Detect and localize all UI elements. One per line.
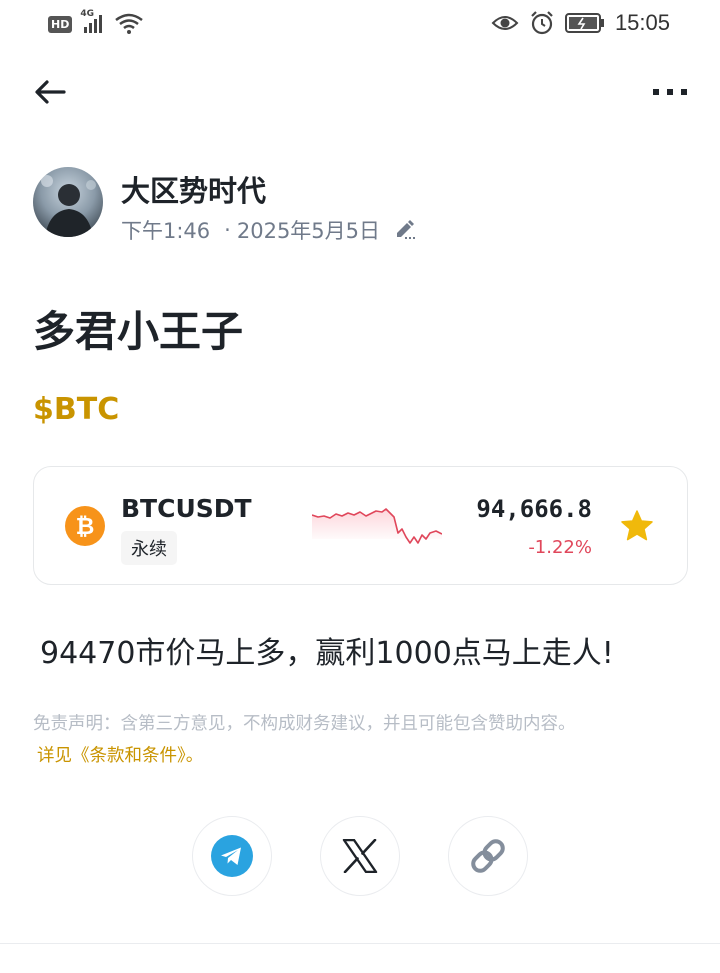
bitcoin-icon: ₿ [65,506,105,546]
status-right: 15:05 [491,10,670,36]
ticker-change: -1.22% [528,537,592,558]
price-sparkline [312,508,442,544]
status-bar: HD 4G 15:05 [0,0,720,50]
arrow-left-icon [35,80,66,104]
post-body: 94470市价马上多，赢利1000点马上走人! [40,636,614,671]
disclaimer: 免责声明：含第三方意见，不构成财务建议，并且可能包含赞助内容。 详见《条款和条件… [33,708,693,772]
ticker-card[interactable]: ₿ BTCUSDT 永续 94,666.8 -1.22% [33,466,688,585]
ticker-price: 94,666.8 [476,495,592,523]
share-telegram-button[interactable] [192,816,272,896]
share-row [192,816,532,896]
clock-time: 15:05 [614,10,670,35]
link-icon [471,839,505,873]
contract-type-badge: 永续 [121,531,177,565]
post-meta: 下午1:46 · 2025年5月5日 [121,215,418,245]
status-left: HD 4G [48,9,144,36]
signal-icon: 4G [80,9,106,35]
back-button[interactable] [30,74,70,110]
more-button[interactable] [650,74,690,110]
edit-icon [394,219,418,241]
disclaimer-text: 免责声明：含第三方意见，不构成财务建议，并且可能包含赞助内容。 [33,714,576,734]
post-date: 2025年5月5日 [236,219,381,243]
wifi-icon [114,12,144,36]
star-icon[interactable] [620,509,654,543]
avatar[interactable] [33,167,103,237]
telegram-icon [211,835,253,877]
meta-separator: · [224,218,231,242]
author-name[interactable]: 大区势时代 [121,168,266,210]
bottom-divider [0,943,720,944]
more-horizontal-icon [653,89,687,95]
share-x-button[interactable] [320,816,400,896]
network-type: 4G [80,9,94,19]
hd-badge: HD [48,15,73,33]
post-title: 多君小王子 [33,307,244,356]
terms-link[interactable]: 详见《条款和条件》。 [37,746,203,766]
ticker-pair: BTCUSDT [121,494,252,523]
copy-link-button[interactable] [448,816,528,896]
battery-icon [564,12,605,34]
cashtag-link[interactable]: $BTC [33,392,119,427]
top-nav [0,68,720,116]
author-header: 大区势时代 下午1:46 · 2025年5月5日 [33,166,683,243]
post-time: 下午1:46 [121,219,211,243]
eye-icon [491,13,519,33]
alarm-icon [529,10,555,36]
x-icon [342,839,378,873]
svg-text:₿: ₿ [76,514,95,540]
